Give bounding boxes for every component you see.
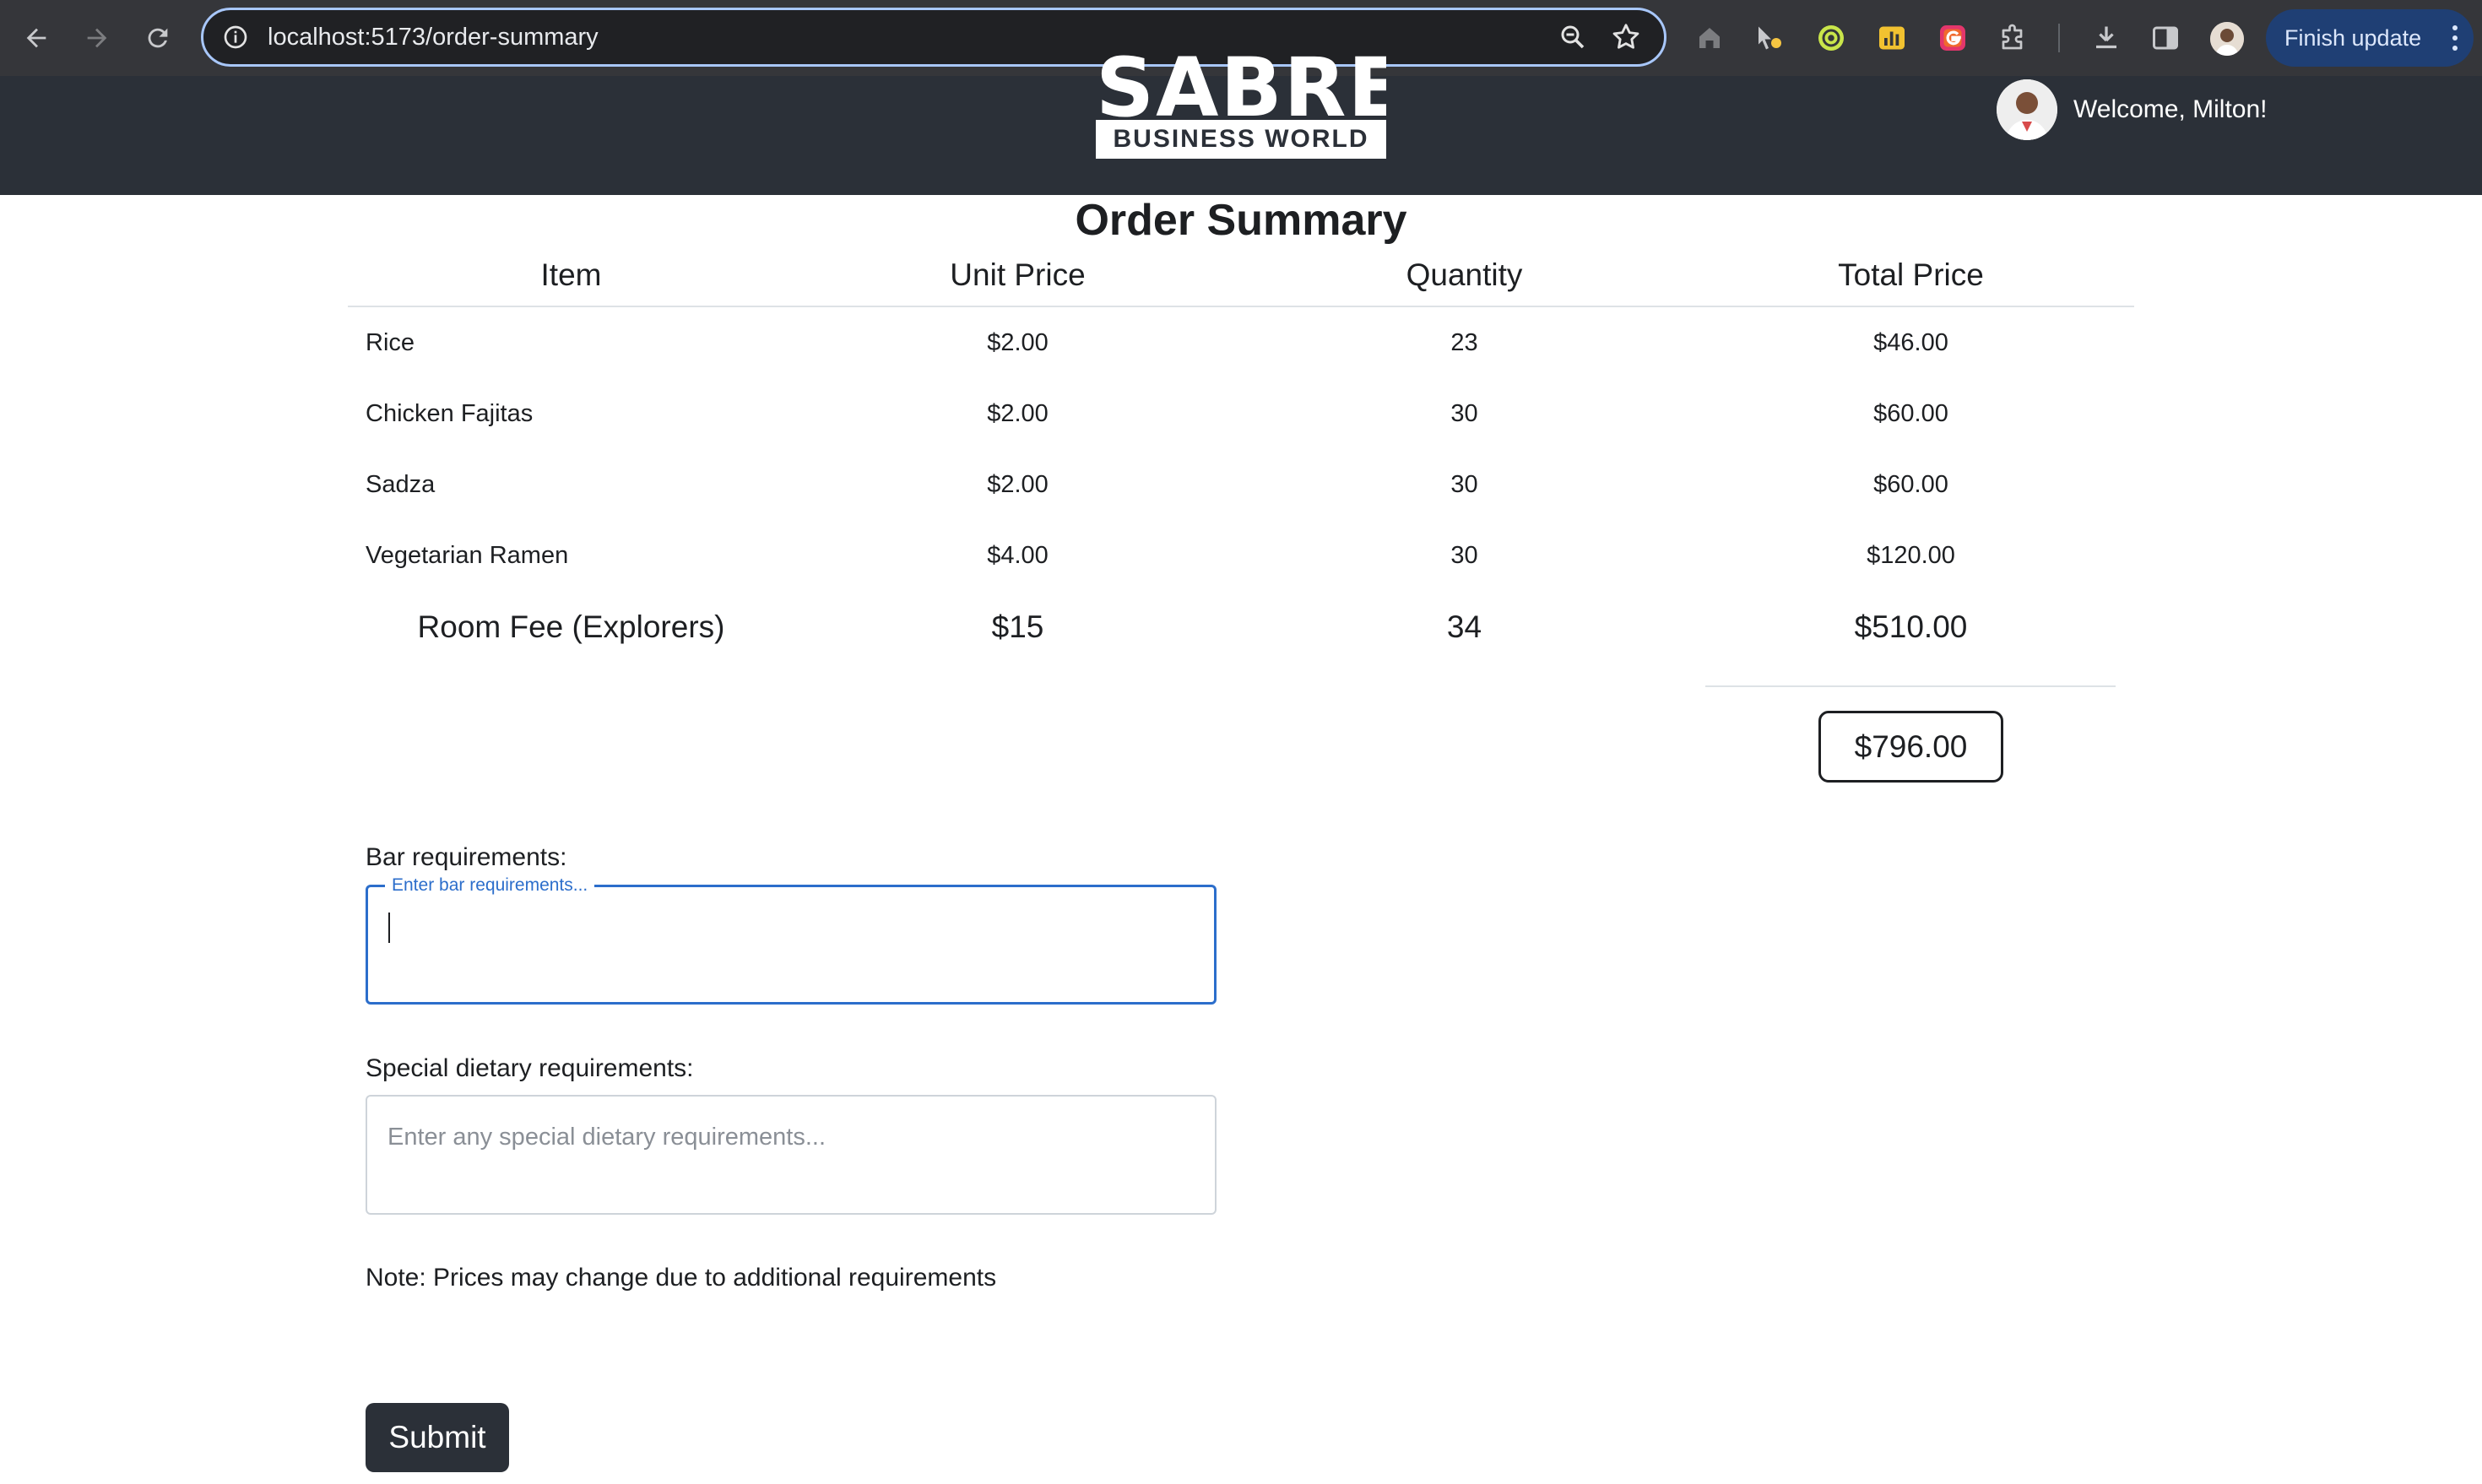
grammarly-extension-icon[interactable] [1935, 20, 1970, 56]
page-title: Order Summary [1075, 196, 1407, 245]
dietary-requirements-label: Special dietary requirements: [366, 1054, 694, 1082]
column-header-total-price: Total Price [1838, 257, 1984, 292]
order-summary-table: Item Unit Price Quantity Total Price Ric… [348, 253, 2134, 662]
app-header: SABRE BUSINESS WORLD Welcome, Milton! [0, 47, 2482, 195]
price-note: Note: Prices may change due to additiona… [366, 1264, 997, 1292]
quantity: 23 [1450, 329, 1478, 356]
logo-subtitle: BUSINESS WORLD [1096, 120, 1386, 159]
toolbar-divider [2058, 24, 2060, 52]
more-menu-icon[interactable] [2452, 24, 2458, 51]
dietary-requirements-placeholder: Enter any special dietary requirements..… [387, 1124, 826, 1151]
item-name: Vegetarian Ramen [366, 542, 569, 569]
home-extension-icon[interactable] [1692, 20, 1727, 56]
bar-requirements-input[interactable]: Enter bar requirements... [366, 875, 1217, 1005]
column-header-item: Item [540, 257, 602, 292]
room-fee-unit-price: $15 [991, 609, 1044, 644]
table-header-row: Item Unit Price Quantity Total Price [348, 253, 2134, 307]
column-header-quantity: Quantity [1406, 257, 1523, 292]
site-info-icon[interactable] [222, 24, 249, 51]
cursor-extension-icon[interactable] [1751, 20, 1786, 56]
table-row: Sadza $2.00 30 $60.00 [348, 449, 2134, 520]
finish-update-label: Finish update [2284, 24, 2422, 51]
quantity: 30 [1450, 542, 1478, 569]
submit-button[interactable]: Submit [366, 1403, 509, 1472]
logo-wordmark: SABRE [1096, 47, 1386, 118]
item-name: Sadza [366, 471, 436, 498]
finish-update-button[interactable]: Finish update [2266, 9, 2474, 67]
puzzle-extensions-icon[interactable] [1996, 20, 2031, 56]
sabre-logo[interactable]: SABRE BUSINESS WORLD [1096, 47, 1386, 160]
table-row: Rice $2.00 23 $46.00 [348, 307, 2134, 378]
room-fee-quantity: 34 [1446, 609, 1482, 644]
address-bar[interactable]: localhost:5173/order-summary [201, 8, 1666, 67]
room-fee-total: $510.00 [1854, 609, 1968, 644]
total-price: $60.00 [1873, 400, 1948, 427]
url-text[interactable]: localhost:5173/order-summary [268, 10, 599, 64]
item-name: Chicken Fajitas [366, 400, 534, 427]
back-arrow-icon[interactable] [17, 19, 56, 57]
item-name: Rice [366, 329, 415, 356]
bookmark-star-icon[interactable] [1610, 21, 1642, 53]
total-divider [1705, 685, 2116, 687]
text-cursor [388, 913, 390, 943]
forward-arrow-icon[interactable] [78, 19, 117, 57]
quantity: 30 [1450, 471, 1478, 498]
total-price: $46.00 [1873, 329, 1948, 356]
welcome-text: Welcome, Milton! [2073, 95, 2268, 123]
chart-extension-icon[interactable] [1874, 20, 1910, 56]
unit-price: $2.00 [987, 400, 1049, 427]
dietary-requirements-input[interactable]: Enter any special dietary requirements..… [366, 1095, 1217, 1215]
bar-requirements-floating-label: Enter bar requirements... [385, 875, 595, 896]
target-extension-icon[interactable] [1813, 20, 1849, 56]
column-header-unit-price: Unit Price [950, 257, 1086, 292]
table-row: Chicken Fajitas $2.00 30 $60.00 [348, 378, 2134, 449]
profile-avatar[interactable] [2210, 22, 2244, 56]
zoom-icon[interactable] [1558, 22, 1588, 52]
side-panel-icon[interactable] [2148, 20, 2183, 56]
grand-total: $796.00 [1818, 711, 2003, 783]
reload-icon[interactable] [138, 19, 177, 57]
total-price: $60.00 [1873, 471, 1948, 498]
total-price: $120.00 [1867, 542, 1955, 569]
unit-price: $2.00 [987, 329, 1049, 356]
bar-requirements-label: Bar requirements: [366, 843, 567, 871]
room-fee-name: Room Fee (Explorers) [417, 609, 725, 644]
unit-price: $2.00 [987, 471, 1049, 498]
quantity: 30 [1450, 400, 1478, 427]
unit-price: $4.00 [987, 542, 1049, 569]
download-icon[interactable] [2089, 20, 2124, 56]
table-row: Vegetarian Ramen $4.00 30 $120.00 [348, 520, 2134, 591]
user-avatar[interactable] [1997, 79, 2057, 140]
room-fee-row: Room Fee (Explorers) $15 34 $510.00 [348, 591, 2134, 662]
